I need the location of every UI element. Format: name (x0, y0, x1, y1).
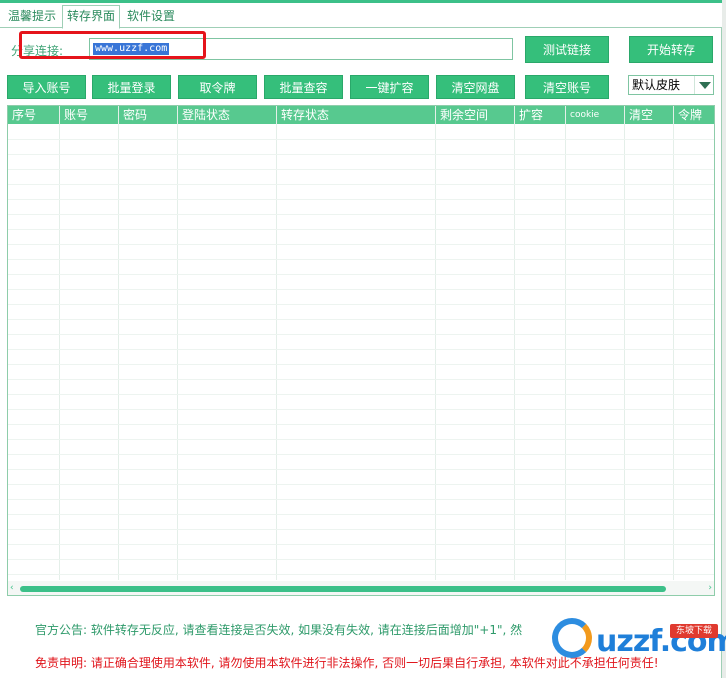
table-row (8, 439, 714, 440)
table-row (8, 229, 714, 230)
table-row (8, 259, 714, 260)
table-row (8, 304, 714, 305)
column-header-token[interactable]: 令牌 (674, 106, 702, 124)
table-row (8, 184, 714, 185)
table-row (8, 274, 714, 275)
table-row (8, 379, 714, 380)
table-header: 序号 账号 密码 登陆状态 转存状态 剩余空间 扩容 cookie 清空 令牌 (8, 106, 714, 124)
column-divider (624, 106, 625, 580)
column-header-remaining-space[interactable]: 剩余空间 (436, 106, 488, 124)
scroll-right-icon[interactable]: › (708, 583, 712, 593)
table-row (8, 199, 714, 200)
chevron-down-icon[interactable] (694, 76, 713, 94)
logo-ring-icon (552, 618, 592, 658)
table-row (8, 529, 714, 530)
import-accounts-button[interactable]: 导入账号 (7, 75, 86, 99)
column-header-transfer-status[interactable]: 转存状态 (277, 106, 329, 124)
column-header-login-status[interactable]: 登陆状态 (178, 106, 230, 124)
site-watermark-logo: uzzf.com 东坡下载 (552, 614, 726, 670)
column-header-expand[interactable]: 扩容 (515, 106, 543, 124)
table-row (8, 244, 714, 245)
tab-transfer[interactable]: 转存界面 (62, 5, 121, 29)
table-row (8, 394, 714, 395)
table-row (8, 139, 714, 140)
table-row (8, 559, 714, 560)
table-row (8, 214, 714, 215)
watermark-badge: 东坡下载 (670, 624, 718, 638)
table-row (8, 349, 714, 350)
window-edge-scrollbar[interactable] (722, 0, 726, 678)
column-header-password[interactable]: 密码 (119, 106, 147, 124)
top-accent-bar (0, 0, 726, 3)
table-row (8, 409, 714, 410)
highlight-annotation-box (19, 31, 206, 59)
column-header-cookie[interactable]: cookie (566, 106, 599, 124)
table-row (8, 334, 714, 335)
table-row (8, 469, 714, 470)
test-link-button[interactable]: 测试链接 (525, 36, 609, 63)
table-row (8, 319, 714, 320)
skin-select-value: 默认皮肤 (632, 78, 681, 92)
table-row (8, 484, 714, 485)
skin-select[interactable]: 默认皮肤 (628, 75, 714, 95)
start-transfer-button[interactable]: 开始转存 (629, 36, 713, 63)
batch-login-button[interactable]: 批量登录 (92, 75, 171, 99)
get-token-button[interactable]: 取令牌 (178, 75, 257, 99)
tab-settings[interactable]: 软件设置 (123, 6, 179, 26)
table-row (8, 574, 714, 575)
accounts-table: 序号 账号 密码 登陆状态 转存状态 剩余空间 扩容 cookie 清空 令牌 … (7, 105, 715, 596)
one-click-expand-button[interactable]: 一键扩容 (350, 75, 429, 99)
table-row (8, 169, 714, 170)
column-divider (514, 106, 515, 580)
tab-bar: 温馨提示 转存界面 软件设置 (0, 5, 726, 29)
column-header-index[interactable]: 序号 (8, 106, 36, 124)
column-divider (118, 106, 119, 580)
table-row (8, 289, 714, 290)
clear-accounts-button[interactable]: 清空账号 (525, 75, 609, 99)
tab-tips[interactable]: 温馨提示 (4, 6, 60, 26)
table-row (8, 454, 714, 455)
column-divider (565, 106, 566, 580)
column-divider (59, 106, 60, 580)
horizontal-scrollbar[interactable]: ‹ › (8, 581, 714, 595)
column-divider (177, 106, 178, 580)
batch-check-capacity-button[interactable]: 批量查容 (264, 75, 343, 99)
table-row (8, 424, 714, 425)
column-header-clear[interactable]: 清空 (625, 106, 653, 124)
column-divider (276, 106, 277, 580)
column-divider (435, 106, 436, 580)
column-divider (673, 106, 674, 580)
table-row (8, 499, 714, 500)
table-row (8, 364, 714, 365)
scrollbar-thumb[interactable] (20, 586, 666, 592)
table-row (8, 544, 714, 545)
column-header-account[interactable]: 账号 (60, 106, 88, 124)
clear-netdisk-button[interactable]: 清空网盘 (436, 75, 515, 99)
table-row (8, 154, 714, 155)
scroll-left-icon[interactable]: ‹ (10, 583, 14, 593)
official-notice: 官方公告: 软件转存无反应, 请查看连接是否失效, 如果没有失效, 请在连接后面… (35, 623, 523, 637)
table-row (8, 514, 714, 515)
